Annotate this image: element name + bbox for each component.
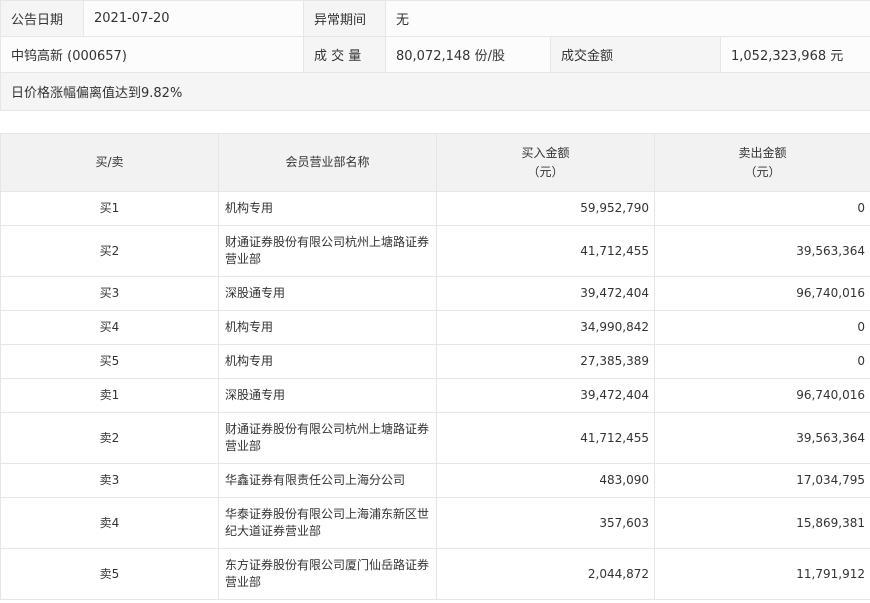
buy-amount-cell: 357,603: [436, 497, 655, 549]
buy-header-line1: 买入金额: [521, 145, 570, 160]
direction-header-text: 买/卖: [95, 155, 124, 169]
direction-cell: 买3: [0, 276, 219, 311]
buy-amount-cell: 41,712,455: [436, 225, 655, 277]
table-row: 卖1 深股通专用 39,472,404 96,740,016: [0, 378, 870, 413]
direction-cell: 卖3: [0, 463, 219, 498]
sell-amount-cell: 96,740,016: [654, 378, 870, 413]
amount-value: 1,052,323,968 元: [719, 36, 870, 73]
direction-cell: 卖4: [0, 497, 219, 549]
direction-cell: 买4: [0, 310, 219, 345]
direction-cell: 卖5: [0, 548, 219, 600]
trading-branch-table: 买/卖 会员营业部名称 买入金额 （元） 卖出金额 （元） 买1 机构专用 59,9…: [0, 133, 870, 600]
table-row: 买3 深股通专用 39,472,404 96,740,016: [0, 276, 870, 311]
sell-amount-cell: 11,791,912: [654, 548, 870, 600]
buy-amount-cell: 27,385,389: [436, 344, 655, 379]
table-row: 卖4 华泰证券股份有限公司上海浦东新区世纪大道证券营业部 357,603 15,…: [0, 497, 870, 549]
buy-amount-cell: 34,990,842: [436, 310, 655, 345]
branch-name-cell: 财通证券股份有限公司杭州上塘路证券营业部: [218, 225, 437, 277]
buy-amount-cell: 41,712,455: [436, 412, 655, 464]
announce-date-value: 2021-07-20: [83, 0, 304, 37]
branch-header-text: 会员营业部名称: [285, 155, 370, 169]
table-header-row: 买/卖 会员营业部名称 买入金额 （元） 卖出金额 （元）: [0, 133, 870, 192]
direction-cell: 卖1: [0, 378, 219, 413]
branch-name-cell: 机构专用: [218, 344, 437, 379]
buy-header-line2: （元）: [527, 164, 564, 179]
direction-cell: 卖2: [0, 412, 219, 464]
announce-date-label: 公告日期: [0, 0, 84, 37]
table-row: 买5 机构专用 27,385,389 0: [0, 344, 870, 379]
buy-amount-cell: 2,044,872: [436, 548, 655, 600]
branch-name-cell: 深股通专用: [218, 378, 437, 413]
sell-amount-cell: 39,563,364: [654, 225, 870, 277]
amount-label: 成交金额: [550, 36, 721, 73]
branch-name-cell: 机构专用: [218, 310, 437, 345]
sell-amount-cell: 0: [654, 310, 870, 345]
volume-value: 80,072,148 份/股: [385, 36, 551, 73]
volume-label: 成 交 量: [303, 36, 386, 73]
sell-header-line2: （元）: [744, 164, 781, 179]
branch-name-cell: 华鑫证券有限责任公司上海分公司: [218, 463, 437, 498]
branch-name-cell: 深股通专用: [218, 276, 437, 311]
direction-cell: 买5: [0, 344, 219, 379]
branch-name-cell: 华泰证券股份有限公司上海浦东新区世纪大道证券营业部: [218, 497, 437, 549]
branch-name-cell: 机构专用: [218, 191, 437, 226]
direction-cell: 买2: [0, 225, 219, 277]
branch-name-cell: 财通证券股份有限公司杭州上塘路证券营业部: [218, 412, 437, 464]
table-row: 卖3 华鑫证券有限责任公司上海分公司 483,090 17,034,795: [0, 463, 870, 498]
sell-amount-header: 卖出金额 （元）: [654, 133, 870, 192]
abnormal-period-label: 异常期间: [303, 0, 386, 37]
buy-amount-header: 买入金额 （元）: [436, 133, 655, 192]
sell-amount-cell: 0: [654, 344, 870, 379]
table-row: 买1 机构专用 59,952,790 0: [0, 191, 870, 226]
branch-header: 会员营业部名称: [218, 133, 437, 192]
direction-cell: 买1: [0, 191, 219, 226]
branch-name-cell: 东方证券股份有限公司厦门仙岳路证券营业部: [218, 548, 437, 600]
buy-amount-cell: 483,090: [436, 463, 655, 498]
table-row: 买4 机构专用 34,990,842 0: [0, 310, 870, 345]
sell-header-line1: 卖出金额: [738, 145, 787, 160]
table-row: 买2 财通证券股份有限公司杭州上塘路证券营业部 41,712,455 39,56…: [0, 225, 870, 277]
stock-info-table: 公告日期 2021-07-20 异常期间 无 中钨高新 (000657) 成 交…: [0, 0, 870, 111]
sell-amount-cell: 17,034,795: [654, 463, 870, 498]
abnormal-period-value: 无: [384, 0, 870, 37]
sell-amount-cell: 0: [654, 191, 870, 226]
listing-reason: 日价格涨幅偏离值达到9.82%: [0, 72, 870, 111]
buy-amount-cell: 39,472,404: [436, 378, 655, 413]
buy-amount-cell: 39,472,404: [436, 276, 655, 311]
sell-amount-cell: 15,869,381: [654, 497, 870, 549]
sell-amount-cell: 96,740,016: [654, 276, 870, 311]
stock-name: 中钨高新 (000657): [0, 36, 304, 73]
table-row: 卖5 东方证券股份有限公司厦门仙岳路证券营业部 2,044,872 11,791…: [0, 548, 870, 600]
table-row: 卖2 财通证券股份有限公司杭州上塘路证券营业部 41,712,455 39,56…: [0, 412, 870, 464]
buy-amount-cell: 59,952,790: [436, 191, 655, 226]
sell-amount-cell: 39,563,364: [654, 412, 870, 464]
direction-header: 买/卖: [0, 133, 219, 192]
